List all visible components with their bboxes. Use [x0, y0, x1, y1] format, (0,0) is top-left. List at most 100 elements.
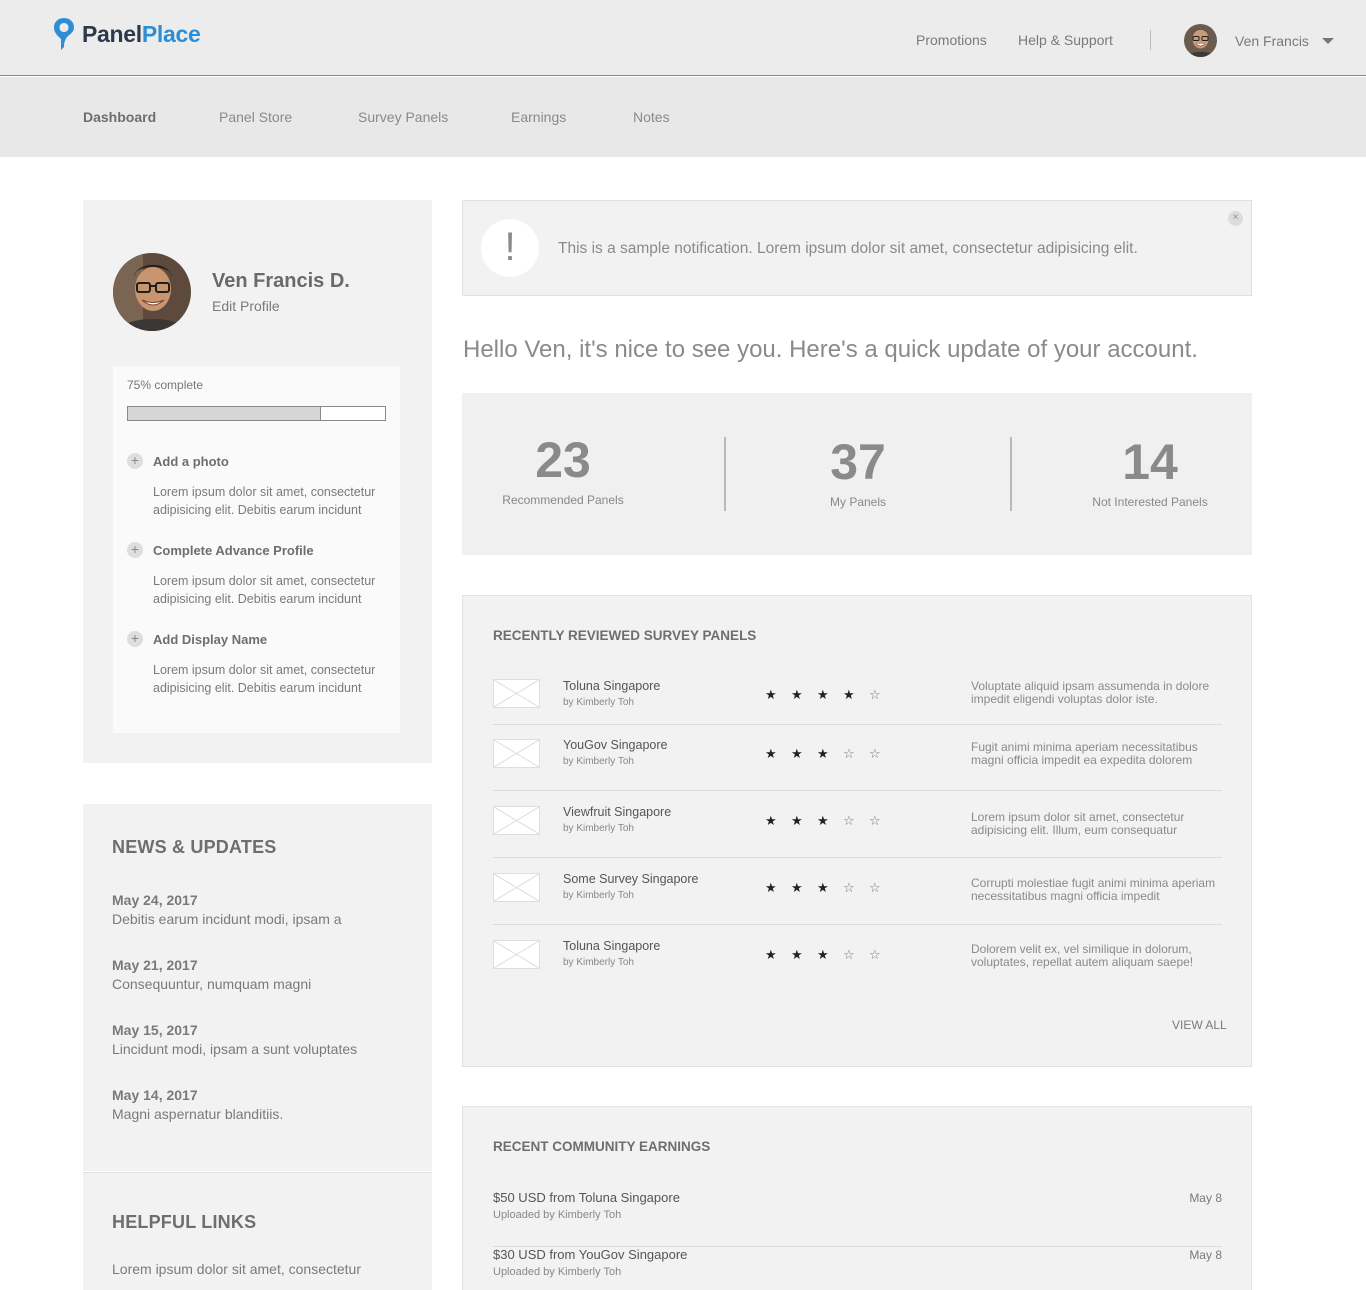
news-item[interactable]: May 24, 2017 Debitis earum incidunt modi…	[112, 892, 342, 927]
earning-date: May 8	[1189, 1191, 1222, 1205]
news-title: NEWS & UPDATES	[112, 837, 277, 857]
image-placeholder-icon	[493, 940, 540, 969]
task-title[interactable]: Add Display Name	[153, 632, 267, 647]
star-filled-icon: ★	[817, 687, 829, 702]
tab-survey-panels[interactable]: Survey Panels	[358, 109, 448, 125]
news-text[interactable]: Debitis earum incidunt modi, ipsam a	[112, 911, 342, 927]
panel-review-text: Dolorem velit ex, vel similique in dolor…	[971, 942, 1194, 969]
star-filled-icon: ★	[817, 947, 829, 962]
earning-title[interactable]: $50 USD from Toluna Singapore	[493, 1190, 680, 1205]
panelplace-logo[interactable]: PanelPlace	[52, 17, 201, 51]
helpful-links-title: HELPFUL LINKS	[112, 1212, 257, 1232]
user-name[interactable]: Ven Francis	[1235, 33, 1309, 49]
task-title[interactable]: Add a photo	[153, 454, 229, 469]
chevron-down-icon[interactable]	[1322, 38, 1334, 44]
user-avatar[interactable]	[1184, 24, 1217, 57]
helpful-link[interactable]: Lorem ipsum dolor sit amet, consectetur	[112, 1261, 361, 1277]
earning-date: May 8	[1189, 1248, 1222, 1262]
stat-not-interested-panels[interactable]: 14 Not Interested Panels	[1082, 433, 1218, 509]
panel-author: by Kimberly Toh	[563, 957, 634, 968]
plus-icon[interactable]: +	[127, 631, 143, 647]
stat-value: 23	[535, 432, 591, 488]
stat-recommended-panels[interactable]: 23 Recommended Panels	[498, 431, 628, 507]
progress-fill	[128, 407, 321, 420]
task-add-photo[interactable]: + Add a photo Lorem ipsum dolor sit amet…	[127, 452, 387, 519]
news-updates-card: NEWS & UPDATES May 24, 2017 Debitis earu…	[83, 804, 432, 1171]
header-divider	[1150, 30, 1151, 50]
helpful-links-card: HELPFUL LINKS Lorem ipsum dolor sit amet…	[83, 1172, 432, 1290]
panel-row[interactable]: Viewfruit Singapore by Kimberly Toh ★ ★ ★ ☆…	[493, 791, 1222, 858]
edit-profile-link[interactable]: Edit Profile	[212, 298, 280, 314]
earning-title[interactable]: $30 USD from YouGov Singapore	[493, 1247, 687, 1262]
task-complete-advance-profile[interactable]: + Complete Advance Profile Lorem ipsum d…	[127, 541, 387, 608]
profile-avatar[interactable]	[113, 253, 191, 331]
panel-review-text: Fugit animi minima aperiam necessitatibu…	[971, 740, 1198, 767]
stat-value: 37	[830, 434, 886, 490]
news-text[interactable]: Lincidunt modi, ipsam a sunt voluptates	[112, 1041, 357, 1057]
plus-icon[interactable]: +	[127, 542, 143, 558]
view-all-link[interactable]: VIEW ALL	[1172, 1018, 1227, 1032]
earnings-title: RECENT COMMUNITY EARNINGS	[493, 1139, 711, 1154]
stat-my-panels[interactable]: 37 My Panels	[803, 433, 913, 509]
image-placeholder-icon	[493, 873, 540, 902]
tab-dashboard[interactable]: Dashboard	[83, 109, 156, 125]
panel-name[interactable]: YouGov Singapore	[563, 738, 667, 752]
panel-name[interactable]: Toluna Singapore	[563, 679, 660, 693]
panel-row[interactable]: Toluna Singapore by Kimberly Toh ★ ★ ★ ☆ ☆ D…	[493, 925, 1222, 992]
panel-review-text: Voluptate aliquid ipsam assumenda in dol…	[971, 679, 1210, 706]
news-date: May 15, 2017	[112, 1022, 198, 1038]
star-filled-icon: ★	[817, 813, 829, 828]
panel-author: by Kimberly Toh	[563, 756, 634, 767]
news-date: May 24, 2017	[112, 892, 198, 908]
image-placeholder-icon	[493, 739, 540, 768]
news-text[interactable]: Magni aspernatur blanditiis.	[112, 1106, 283, 1122]
earning-row[interactable]: $50 USD from Toluna Singapore Uploaded b…	[493, 1190, 1222, 1247]
top-header: PanelPlace Promotions Help & Support Ven…	[0, 0, 1366, 76]
star-filled-icon: ★	[791, 813, 803, 828]
news-item[interactable]: May 14, 2017 Magni aspernatur blanditiis…	[112, 1087, 283, 1122]
plus-icon[interactable]: +	[127, 453, 143, 469]
panel-review-text: Corrupti molestiae fugit animi minima ap…	[971, 876, 1216, 903]
task-title[interactable]: Complete Advance Profile	[153, 543, 314, 558]
task-description: Lorem ipsum dolor sit amet, consectetur …	[153, 574, 376, 606]
close-icon[interactable]: ×	[1228, 211, 1243, 226]
star-filled-icon: ★	[791, 746, 803, 761]
star-filled-icon: ★	[843, 687, 855, 702]
star-rating: ★ ★ ★ ☆ ☆	[765, 746, 895, 762]
star-rating: ★ ★ ★ ☆ ☆	[765, 813, 895, 829]
star-filled-icon: ★	[765, 947, 777, 962]
news-text[interactable]: Consequuntur, numquam magni	[112, 976, 311, 992]
panel-row[interactable]: Toluna Singapore by Kimberly Toh ★ ★ ★ ★ ☆ V…	[493, 672, 1222, 725]
panel-name[interactable]: Viewfruit Singapore	[563, 805, 671, 819]
task-add-display-name[interactable]: + Add Display Name Lorem ipsum dolor sit…	[127, 630, 387, 697]
star-empty-icon: ☆	[843, 746, 855, 761]
tab-notes[interactable]: Notes	[633, 109, 670, 125]
news-item[interactable]: May 21, 2017 Consequuntur, numquam magni	[112, 957, 311, 992]
panel-row[interactable]: Some Survey Singapore by Kimberly Toh ★ ★…	[493, 858, 1222, 925]
star-empty-icon: ☆	[869, 687, 881, 702]
star-filled-icon: ★	[765, 746, 777, 761]
panel-author: by Kimberly Toh	[563, 697, 634, 708]
notification-banner: ! This is a sample notification. Lorem i…	[462, 200, 1252, 296]
tab-earnings[interactable]: Earnings	[511, 109, 566, 125]
news-date: May 21, 2017	[112, 957, 198, 973]
task-description: Lorem ipsum dolor sit amet, consectetur …	[153, 663, 376, 695]
panel-row[interactable]: YouGov Singapore by Kimberly Toh ★ ★ ★ ☆ ☆ F…	[493, 725, 1222, 791]
star-filled-icon: ★	[765, 813, 777, 828]
panel-name[interactable]: Some Survey Singapore	[563, 872, 699, 886]
panel-name[interactable]: Toluna Singapore	[563, 939, 660, 953]
main-tabs: Dashboard Panel Store Survey Panels Earn…	[0, 77, 1366, 157]
earning-row[interactable]: $30 USD from YouGov Singapore Uploaded b…	[493, 1247, 1222, 1290]
stat-divider	[1010, 437, 1012, 511]
star-empty-icon: ☆	[869, 880, 881, 895]
news-item[interactable]: May 15, 2017 Lincidunt modi, ipsam a sun…	[112, 1022, 357, 1057]
star-filled-icon: ★	[791, 947, 803, 962]
profile-completion: 75% complete + Add a photo Lorem ipsum d…	[113, 366, 400, 733]
nav-promotions[interactable]: Promotions	[916, 32, 987, 48]
nav-help-support[interactable]: Help & Support	[1018, 32, 1113, 48]
completion-progress-bar	[127, 406, 386, 421]
tab-panel-store[interactable]: Panel Store	[219, 109, 292, 125]
panel-author: by Kimberly Toh	[563, 823, 634, 834]
star-filled-icon: ★	[765, 880, 777, 895]
stat-value: 14	[1122, 434, 1178, 490]
